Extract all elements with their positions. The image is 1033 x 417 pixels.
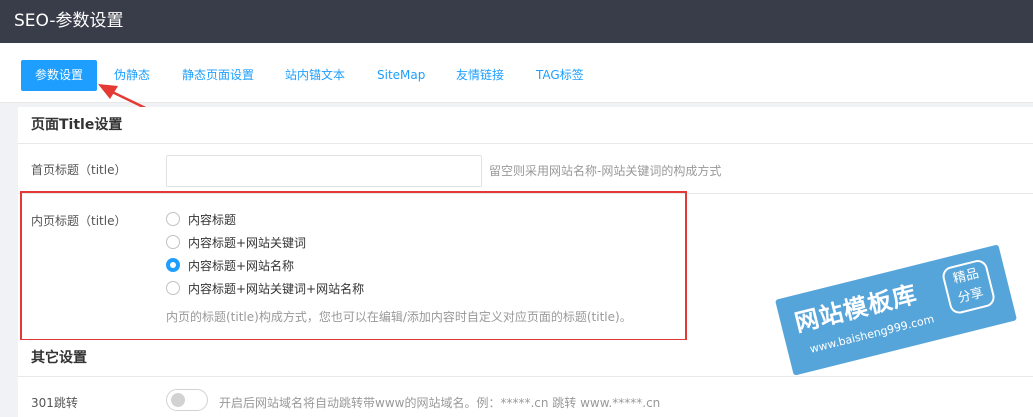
home-title-hint: 留空则采用网站名称-网站关键词的构成方式 — [489, 164, 722, 178]
section-heading: 其它设置 — [31, 350, 87, 366]
section-heading: 页面Title设置 — [31, 117, 123, 133]
inner-title-label: 内页标题（title） — [31, 214, 127, 228]
tab-param-settings[interactable]: 参数设置 — [21, 60, 98, 91]
radio-button[interactable] — [166, 281, 180, 295]
radio-label: 内容标题+网站关键词 — [188, 235, 307, 250]
tab-sitemap[interactable]: SiteMap — [377, 60, 425, 91]
redirect-hint: 开启后网站域名将自动跳转带www的网站域名。例：*****.cn 跳转 www.… — [219, 396, 661, 410]
home-title-row: 首页标题（title） 留空则采用网站名称-网站关键词的构成方式 — [18, 143, 1033, 193]
radio-option-content-title[interactable]: 内容标题 — [166, 210, 236, 228]
top-bar: SEO-参数设置 — [0, 0, 1033, 43]
radio-option-title-sitename[interactable]: 内容标题+网站名称 — [166, 256, 294, 274]
tab-pseudo-static[interactable]: 伪静态 — [114, 60, 150, 91]
toggle-knob — [171, 393, 185, 407]
radio-label: 内容标题+网站关键词+网站名称 — [188, 281, 365, 296]
home-title-input[interactable] — [166, 155, 482, 187]
radio-label: 内容标题 — [188, 212, 237, 227]
radio-label: 内容标题+网站名称 — [188, 258, 295, 273]
radio-button-checked[interactable] — [166, 258, 180, 272]
tab-friend-links[interactable]: 友情链接 — [456, 60, 504, 91]
radio-button[interactable] — [166, 235, 180, 249]
radio-option-title-keywords-sitename[interactable]: 内容标题+网站关键词+网站名称 — [166, 279, 364, 297]
watermark-badge: 精品 分享 — [940, 257, 997, 316]
tab-anchor-text[interactable]: 站内锚文本 — [285, 60, 345, 91]
tab-static-page-settings[interactable]: 静态页面设置 — [182, 60, 254, 91]
radio-button[interactable] — [166, 212, 180, 226]
tab-tag[interactable]: TAG标签 — [536, 60, 584, 91]
section-page-title: 页面Title设置 — [18, 107, 1033, 143]
redirect-toggle[interactable] — [166, 389, 208, 411]
redirect-label: 301跳转 — [31, 396, 78, 410]
radio-option-title-keywords[interactable]: 内容标题+网站关键词 — [166, 233, 306, 251]
home-title-label: 首页标题（title） — [31, 163, 127, 177]
tab-bar: 参数设置 伪静态 静态页面设置 站内锚文本 SiteMap 友情链接 TAG标签 — [0, 43, 1033, 103]
inner-title-hint: 内页的标题(title)构成方式，您也可以在编辑/添加内容时自定义对应页面的标题… — [166, 310, 632, 324]
page-title: SEO-参数设置 — [14, 11, 124, 31]
